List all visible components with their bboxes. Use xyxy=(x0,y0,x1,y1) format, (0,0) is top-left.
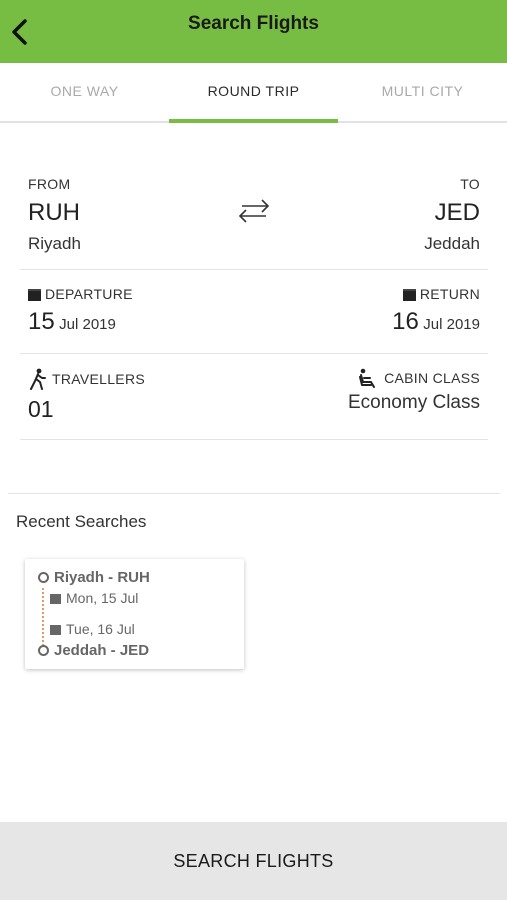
recent-destination: Jeddah - JED xyxy=(54,642,150,659)
destination-circle-icon xyxy=(38,645,49,656)
travellers-count: 01 xyxy=(28,396,54,422)
page-title: Search Flights xyxy=(188,13,319,34)
destination-code: JED xyxy=(434,199,480,226)
calendar-icon xyxy=(50,624,61,635)
cabin-class-value: Economy Class xyxy=(348,392,480,413)
return-date-selector[interactable]: RETURN 16 Jul 2019 xyxy=(392,286,480,336)
app-header: Search Flights xyxy=(0,0,507,63)
to-label: TO xyxy=(460,176,480,192)
return-day: 16 xyxy=(392,308,419,335)
walking-person-icon xyxy=(30,368,46,390)
departure-month-year: Jul 2019 xyxy=(59,316,116,333)
recent-searches-title: Recent Searches xyxy=(16,512,147,531)
dates-section: DEPARTURE 15 Jul 2019 RETURN 16 Jul 2019 xyxy=(20,270,488,354)
departure-day: 15 xyxy=(28,308,55,335)
recent-search-card[interactable]: Riyadh - RUH Mon, 15 Jul Tue, 16 Jul Jed… xyxy=(25,559,244,669)
origin-city: Riyadh xyxy=(28,234,81,253)
cabin-class-label: CABIN CLASS xyxy=(384,370,480,386)
departure-date-selector[interactable]: DEPARTURE 15 Jul 2019 xyxy=(28,286,133,336)
recent-depart-date: Mon, 15 Jul xyxy=(66,590,139,606)
travellers-selector[interactable]: TRAVELLERS 01 xyxy=(28,368,145,423)
origin-code: RUH xyxy=(28,199,80,226)
calendar-icon xyxy=(28,288,41,301)
origin-circle-icon xyxy=(38,572,49,583)
destination-selector[interactable]: TO JED Jeddah xyxy=(424,176,480,254)
passengers-section: TRAVELLERS 01 CABIN CLASS Economy Class xyxy=(20,354,488,440)
search-flights-label: SEARCH FLIGHTS xyxy=(173,850,334,871)
route-dotted-line xyxy=(42,588,44,646)
calendar-icon xyxy=(402,288,416,301)
swap-airports-button[interactable] xyxy=(234,196,274,226)
cabin-class-selector[interactable]: CABIN CLASS Economy Class xyxy=(348,368,480,414)
swap-arrows-icon xyxy=(238,199,270,223)
return-month-year: Jul 2019 xyxy=(423,316,480,333)
destination-city: Jeddah xyxy=(424,234,480,253)
tab-round-trip[interactable]: ROUND TRIP xyxy=(169,63,338,123)
divider xyxy=(8,493,500,494)
search-flights-button[interactable]: SEARCH FLIGHTS xyxy=(0,822,507,900)
trip-type-tabs: ONE WAY ROUND TRIP MULTI CITY xyxy=(0,63,507,123)
origin-selector[interactable]: FROM RUH Riyadh xyxy=(28,176,81,254)
travellers-label: TRAVELLERS xyxy=(52,371,145,387)
tab-multi-city[interactable]: MULTI CITY xyxy=(338,63,507,121)
recent-origin: Riyadh - RUH xyxy=(54,569,150,586)
tab-one-way[interactable]: ONE WAY xyxy=(0,63,169,121)
recent-return-date: Tue, 16 Jul xyxy=(66,621,135,637)
return-label: RETURN xyxy=(419,286,480,302)
departure-label: DEPARTURE xyxy=(45,286,133,302)
from-label: FROM xyxy=(28,176,71,192)
calendar-icon xyxy=(50,593,61,604)
airline-seat-icon xyxy=(359,368,376,388)
route-section: FROM RUH Riyadh TO JED Jeddah xyxy=(20,170,488,270)
